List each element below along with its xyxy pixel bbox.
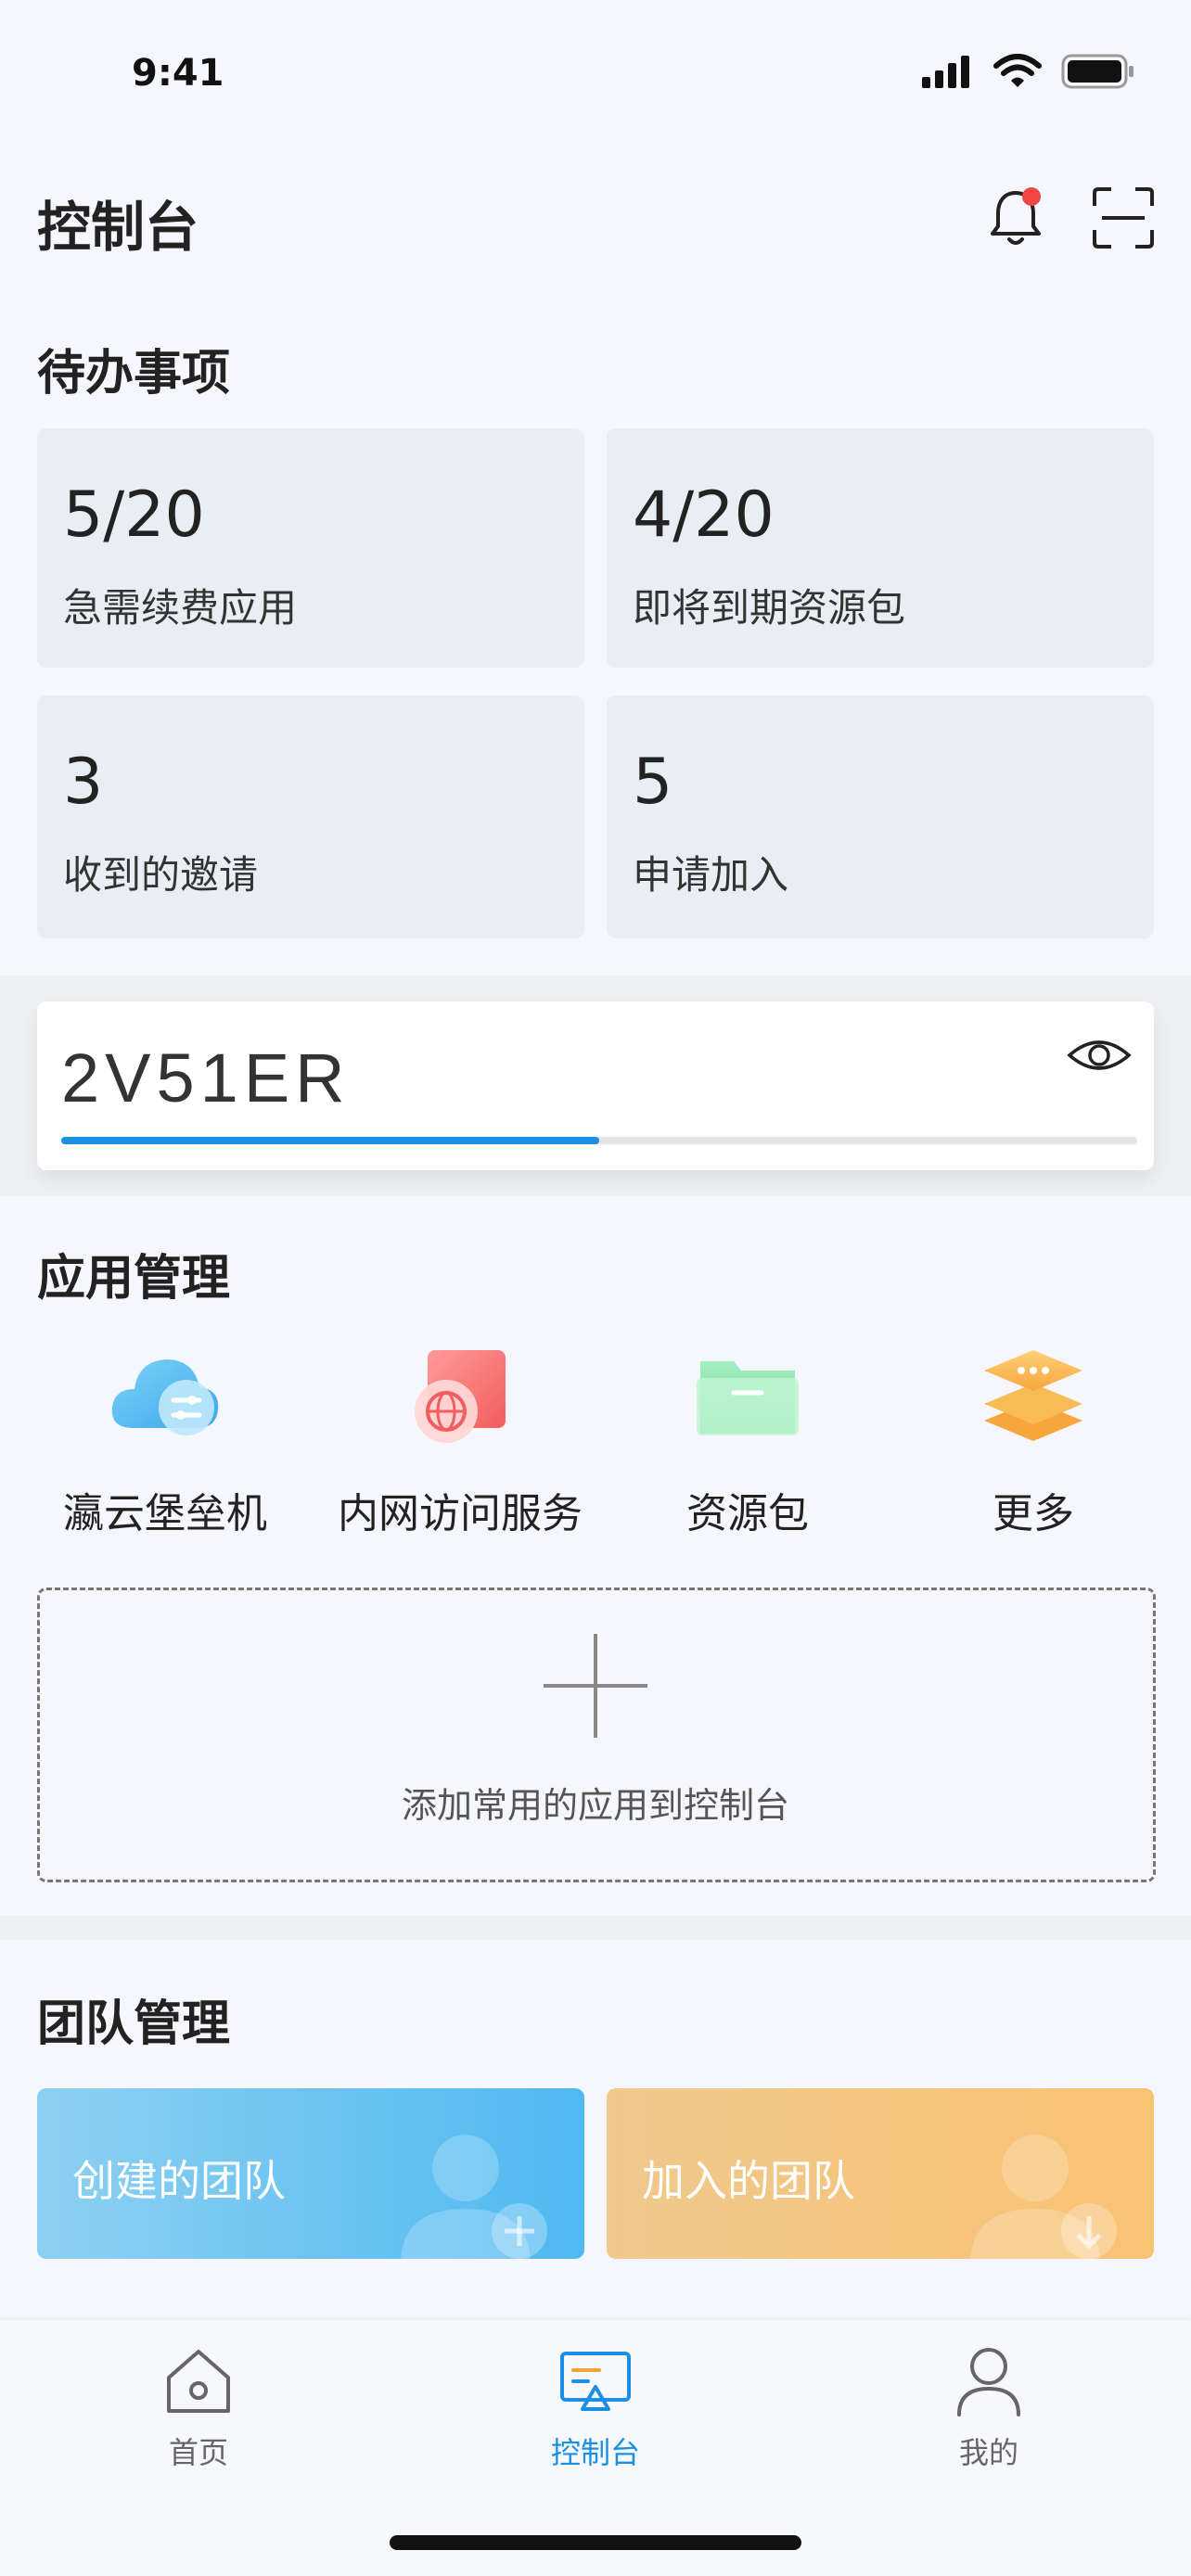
tab-label: 我的 [958,2435,1018,2470]
team-join-icon [970,2135,1117,2259]
code-progress-track [61,1137,1137,1144]
app-label: 资源包 [686,1490,809,1537]
globe-network-icon [415,1350,506,1443]
section-divider [0,1916,1191,1940]
app-intranet-access[interactable]: 内网访问服务 [321,1335,599,1539]
tab-me[interactable]: 我的 [850,2340,1128,2472]
page-title: 控制台 [37,196,199,259]
user-icon [957,2348,1020,2417]
code-progress-fill [61,1137,599,1144]
layers-more-icon [984,1350,1082,1441]
todo-label: 申请加入 [633,852,789,898]
todo-value: 5 [633,746,673,819]
todo-value: 4/20 [633,478,775,552]
todo-value: 3 [63,746,104,819]
eye-icon[interactable] [1067,1035,1132,1076]
team-card-label: 加入的团队 [642,2156,855,2206]
app-resource-pack[interactable]: 资源包 [608,1335,887,1539]
cellular-signal-icon [922,56,969,88]
team-card-joined[interactable]: 加入的团队 [607,2088,1154,2259]
todo-label: 即将到期资源包 [633,585,906,631]
home-icon [167,2350,230,2413]
tab-console[interactable]: 控制台 [456,2340,735,2472]
tab-label: 首页 [168,2435,228,2470]
todo-card-join-requests[interactable]: 5 申请加入 [607,695,1154,938]
app-label: 更多 [992,1490,1074,1537]
home-indicator [390,2535,801,2550]
battery-icon [1061,54,1133,89]
todo-card-renew[interactable]: 5/20 急需续费应用 [37,428,584,668]
todo-label: 收到的邀请 [63,852,259,898]
status-icons [920,54,1135,89]
todo-card-invitations[interactable]: 3 收到的邀请 [37,695,584,938]
team-card-created[interactable]: 创建的团队 [37,2088,584,2259]
app-bastion-host[interactable]: 瀛云堡垒机 [26,1335,304,1539]
todo-value: 5/20 [63,478,205,552]
team-section-title: 团队管理 [37,1996,231,2052]
team-card-label: 创建的团队 [72,2156,286,2206]
folder-icon [697,1361,799,1435]
app-more[interactable]: 更多 [894,1335,1172,1539]
wifi-icon [993,54,1042,87]
access-code: 2V51ER [61,1039,351,1116]
plus-icon[interactable] [542,1632,649,1740]
scan-icon[interactable] [1091,185,1156,250]
tab-home[interactable]: 首页 [59,2340,338,2472]
team-create-icon [401,2135,547,2259]
todo-label: 急需续费应用 [63,585,298,631]
cloud-settings-icon [111,1359,219,1435]
notification-bell-icon[interactable] [983,185,1048,250]
app-label: 内网访问服务 [338,1490,583,1537]
status-time: 9:41 [132,52,224,95]
todo-section-title: 待办事项 [37,346,231,402]
app-label: 瀛云堡垒机 [63,1490,267,1537]
console-icon [560,2352,631,2411]
tab-label: 控制台 [550,2435,640,2470]
apps-section-title: 应用管理 [37,1251,231,1307]
add-app-text: 添加常用的应用到控制台 [401,1785,789,1826]
todo-card-expiring[interactable]: 4/20 即将到期资源包 [607,428,1154,668]
